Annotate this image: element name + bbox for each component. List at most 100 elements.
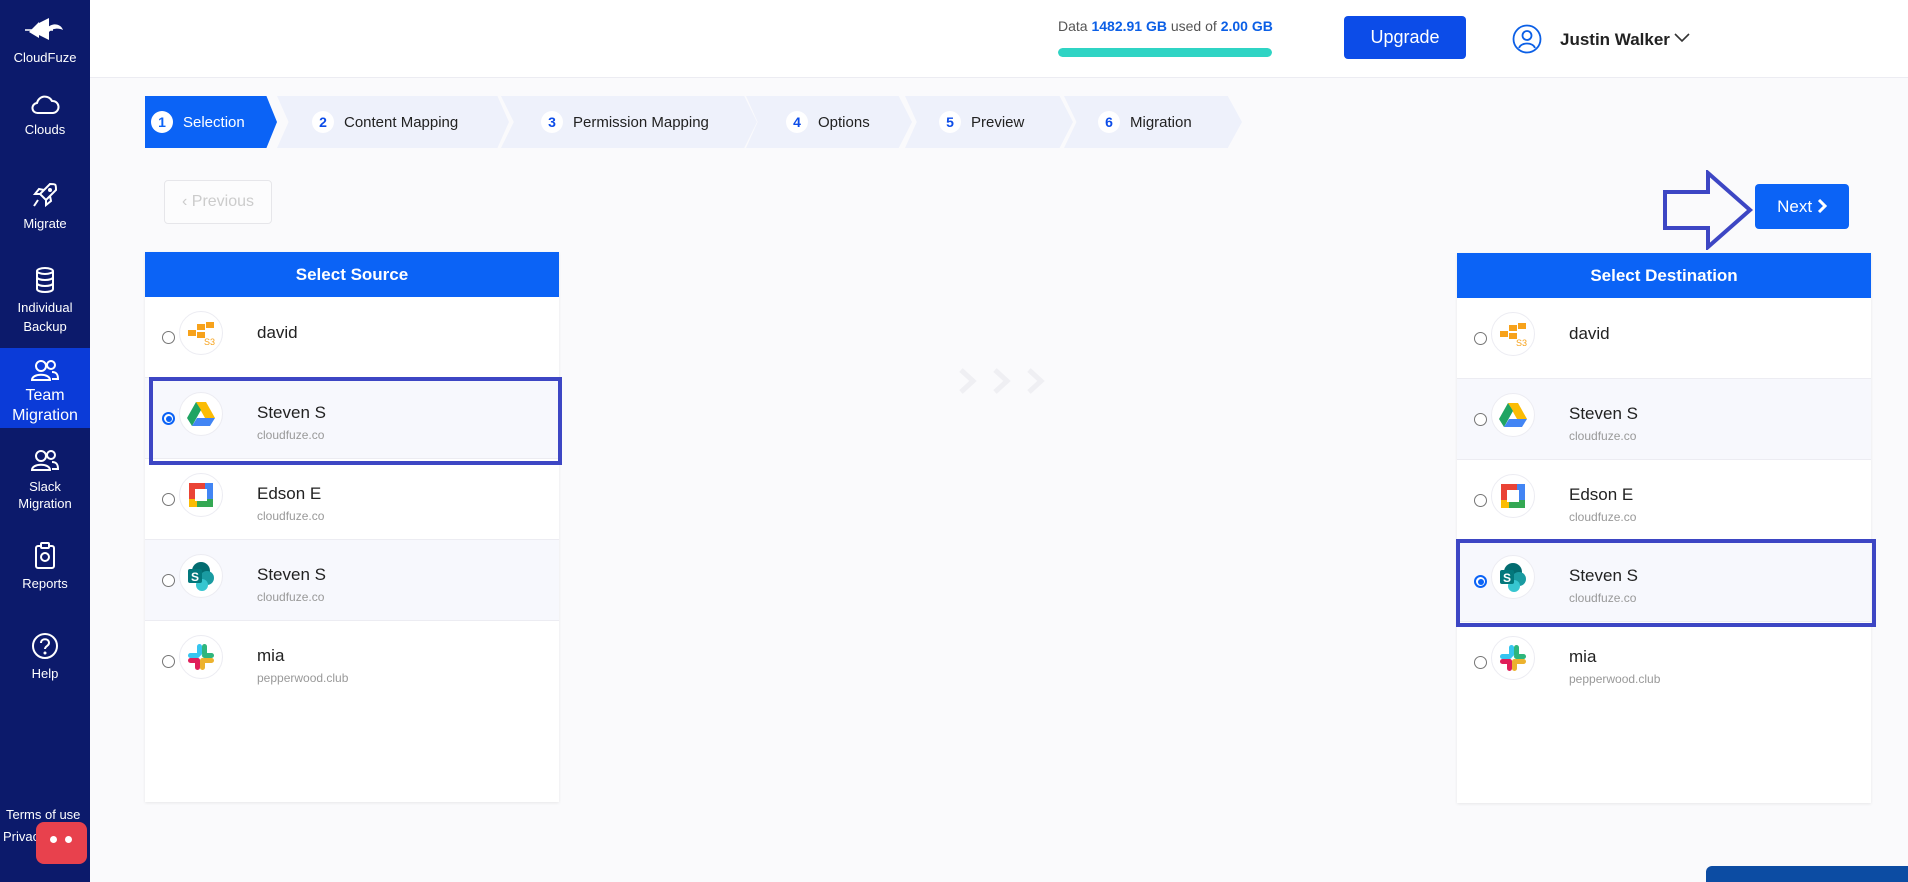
source-radio[interactable] bbox=[162, 574, 175, 587]
sidebar-item-help[interactable]: Help bbox=[0, 632, 90, 683]
privacy-link[interactable]: Privac bbox=[3, 829, 39, 844]
destination-item-steven-gdrive[interactable]: Steven S cloudfuze.co bbox=[1457, 379, 1871, 460]
sidebar-item-team-migration[interactable]: Team Migration bbox=[0, 348, 90, 428]
brand-logo[interactable]: CloudFuze bbox=[0, 14, 90, 67]
source-radio[interactable] bbox=[162, 331, 175, 344]
user-name[interactable]: Justin Walker bbox=[1560, 30, 1670, 50]
step-label: Content Mapping bbox=[344, 113, 459, 131]
step-number: 1 bbox=[151, 111, 173, 133]
step-number: 3 bbox=[541, 111, 563, 133]
destination-item-edson[interactable]: Edson E cloudfuze.co bbox=[1457, 460, 1871, 541]
clipboard-icon bbox=[35, 542, 55, 569]
destination-item-mia[interactable]: mia pepperwood.club bbox=[1457, 622, 1871, 703]
account-name: david bbox=[1569, 324, 1610, 343]
account-domain: cloudfuze.co bbox=[257, 590, 325, 604]
source-panel: Select Source S3 david Steven S cloudfuz… bbox=[145, 252, 559, 802]
google-workspace-icon bbox=[179, 473, 223, 517]
transfer-arrows-icon bbox=[959, 368, 1045, 394]
destination-radio[interactable] bbox=[1474, 332, 1487, 345]
step-number: 6 bbox=[1098, 111, 1120, 133]
next-button[interactable]: Next bbox=[1755, 184, 1849, 229]
next-label: Next bbox=[1777, 196, 1813, 216]
sidebar-item-label: Individual Backup bbox=[17, 300, 73, 334]
google-drive-icon bbox=[1491, 393, 1535, 437]
source-item-edson[interactable]: Edson E cloudfuze.co bbox=[145, 459, 559, 540]
sidebar-item-migrate[interactable]: Migrate bbox=[0, 180, 90, 233]
storage-usage-text: Data 1482.91 GB used of 2.00 GB bbox=[1058, 18, 1273, 34]
sidebar-item-slack-migration[interactable]: Slack Migration bbox=[0, 448, 90, 512]
chatbot-eye bbox=[65, 836, 72, 843]
step-migration[interactable]: 6 Migration bbox=[1064, 96, 1242, 148]
step-label: Permission Mapping bbox=[573, 113, 709, 131]
database-icon bbox=[36, 267, 54, 293]
selection-highlight-source bbox=[149, 377, 562, 465]
storage-progress-fill bbox=[1058, 48, 1272, 57]
step-number: 4 bbox=[786, 111, 808, 133]
step-number: 2 bbox=[312, 111, 334, 133]
chatbot-launcher-icon[interactable] bbox=[36, 822, 87, 864]
destination-radio[interactable] bbox=[1474, 413, 1487, 426]
source-item-steven-sharepoint[interactable]: S Steven S cloudfuze.co bbox=[145, 540, 559, 621]
destination-panel: Select Destination S3 david Steven S clo… bbox=[1457, 253, 1871, 803]
account-domain: cloudfuze.co bbox=[257, 509, 325, 523]
sidebar-item-label: Reports bbox=[22, 576, 68, 591]
previous-button[interactable]: ‹ Previous bbox=[164, 180, 272, 224]
destination-item-david[interactable]: S3 david bbox=[1457, 298, 1871, 379]
source-panel-title: Select Source bbox=[145, 252, 559, 297]
account-name: Steven S bbox=[1569, 404, 1638, 423]
account-domain: cloudfuze.co bbox=[1569, 429, 1637, 443]
destination-radio[interactable] bbox=[1474, 656, 1487, 669]
account-name: mia bbox=[257, 646, 285, 665]
chatbot-eye bbox=[50, 836, 57, 843]
sidebar: CloudFuze Clouds Migrate Individual Back… bbox=[0, 0, 90, 882]
rocket-icon bbox=[32, 182, 58, 208]
account-domain: cloudfuze.co bbox=[1569, 510, 1637, 524]
slack-icon bbox=[1491, 636, 1535, 680]
step-number: 5 bbox=[939, 111, 961, 133]
destination-radio[interactable] bbox=[1474, 494, 1487, 507]
chevron-down-icon[interactable] bbox=[1674, 31, 1690, 43]
source-radio[interactable] bbox=[162, 655, 175, 668]
step-label: Migration bbox=[1130, 113, 1192, 131]
source-item-mia[interactable]: mia pepperwood.club bbox=[145, 621, 559, 702]
team-icon bbox=[30, 360, 60, 381]
sidebar-item-reports[interactable]: Reports bbox=[0, 542, 90, 593]
selection-highlight-destination bbox=[1456, 539, 1876, 627]
brand-name: CloudFuze bbox=[13, 50, 77, 65]
terms-of-use-link[interactable]: Terms of use bbox=[6, 807, 80, 822]
destination-panel-title: Select Destination bbox=[1457, 253, 1871, 298]
storage-progress-bar bbox=[1058, 48, 1272, 57]
step-options[interactable]: 4 Options bbox=[746, 96, 912, 148]
account-name: mia bbox=[1569, 647, 1597, 666]
step-permission-mapping[interactable]: 3 Permission Mapping bbox=[501, 96, 757, 148]
source-radio[interactable] bbox=[162, 493, 175, 506]
step-label: Options bbox=[818, 113, 870, 131]
chat-widget-tab[interactable] bbox=[1706, 866, 1908, 882]
upgrade-button[interactable]: Upgrade bbox=[1344, 16, 1466, 59]
user-avatar-icon[interactable] bbox=[1512, 24, 1542, 54]
sidebar-item-individual-backup[interactable]: Individual Backup bbox=[0, 266, 90, 336]
storage-prefix: Data bbox=[1058, 18, 1088, 34]
account-name: Edson E bbox=[257, 484, 322, 503]
sidebar-item-clouds[interactable]: Clouds bbox=[0, 94, 90, 139]
storage-mid-text: used of bbox=[1170, 18, 1217, 34]
google-workspace-icon bbox=[1491, 474, 1535, 518]
callout-arrow-icon bbox=[1663, 170, 1754, 250]
source-item-david[interactable]: S3 david bbox=[145, 297, 559, 378]
svg-text:S: S bbox=[191, 570, 199, 584]
help-icon bbox=[32, 633, 58, 659]
top-header: Data 1482.91 GB used of 2.00 GB Upgrade … bbox=[90, 0, 1908, 78]
cloud-icon bbox=[31, 95, 60, 114]
storage-total-value: 2.00 GB bbox=[1220, 18, 1273, 34]
step-content-mapping[interactable]: 2 Content Mapping bbox=[277, 96, 509, 148]
account-name: Edson E bbox=[1569, 485, 1634, 504]
step-selection[interactable]: 1 Selection bbox=[145, 96, 277, 148]
team-icon bbox=[30, 450, 60, 471]
cloudfuze-logo-icon bbox=[25, 18, 63, 40]
account-name: Steven S bbox=[257, 565, 326, 584]
chevron-left-icon: ‹ bbox=[181, 193, 188, 210]
chevron-right-icon bbox=[1817, 198, 1827, 213]
previous-label: Previous bbox=[191, 193, 255, 210]
step-label: Selection bbox=[183, 113, 245, 131]
step-preview[interactable]: 5 Preview bbox=[905, 96, 1073, 148]
